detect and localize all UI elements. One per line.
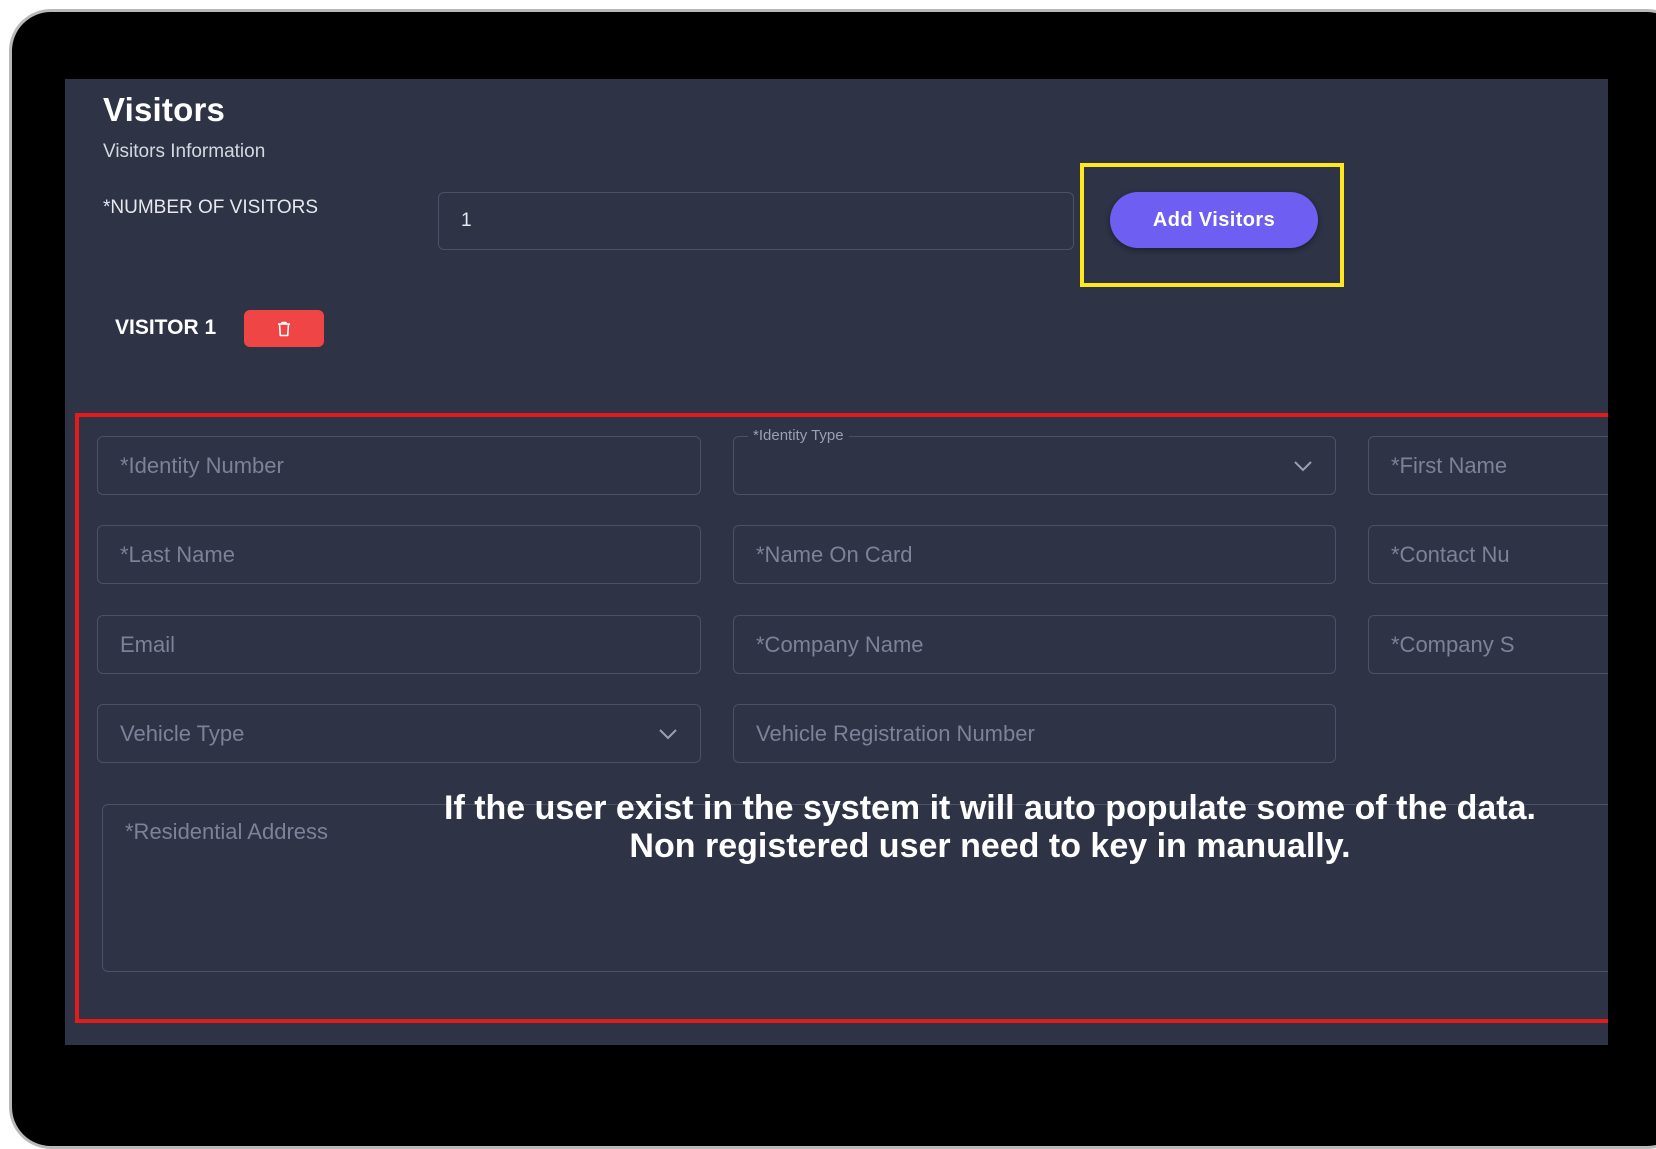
last-name-input[interactable]: *Last Name	[97, 525, 701, 584]
visitor-heading: VISITOR 1	[115, 316, 217, 339]
identity-number-placeholder: *Identity Number	[120, 452, 284, 478]
app-screen: Visitors Visitors Information *NUMBER OF…	[65, 79, 1608, 1045]
name-on-card-input[interactable]: *Name On Card	[733, 525, 1336, 584]
company-s-input[interactable]: *Company S	[1368, 615, 1608, 674]
identity-type-label: *Identity Type	[748, 427, 849, 444]
first-name-input[interactable]: *First Name	[1368, 436, 1608, 495]
page-title: Visitors	[103, 91, 226, 128]
chevron-down-icon	[658, 728, 678, 740]
number-of-visitors-value: 1	[461, 210, 472, 231]
vehicle-registration-input[interactable]: Vehicle Registration Number	[733, 704, 1336, 763]
company-s-placeholder: *Company S	[1391, 631, 1515, 657]
contact-number-placeholder: *Contact Nu	[1391, 541, 1510, 567]
caption-line-2: Non registered user need to key in manua…	[629, 827, 1351, 865]
identity-number-input[interactable]: *Identity Number	[97, 436, 701, 495]
identity-type-select[interactable]: *Identity Type	[733, 427, 1336, 495]
chevron-down-icon	[1293, 460, 1313, 472]
vehicle-type-placeholder: Vehicle Type	[120, 720, 245, 746]
number-of-visitors-label: *NUMBER OF VISITORS	[103, 197, 319, 218]
name-on-card-placeholder: *Name On Card	[756, 541, 913, 567]
page-subtitle: Visitors Information	[103, 141, 266, 162]
delete-visitor-button[interactable]	[244, 310, 324, 347]
email-placeholder: Email	[120, 631, 176, 657]
vehicle-type-select[interactable]: Vehicle Type	[97, 704, 701, 763]
add-visitors-button[interactable]: Add Visitors	[1110, 192, 1318, 248]
first-name-placeholder: *First Name	[1391, 452, 1508, 478]
last-name-placeholder: *Last Name	[120, 541, 235, 567]
contact-number-input[interactable]: *Contact Nu	[1368, 525, 1608, 584]
trash-icon	[278, 321, 290, 336]
number-of-visitors-input[interactable]: 1	[438, 192, 1074, 250]
company-name-input[interactable]: *Company Name	[733, 615, 1336, 674]
vehicle-registration-placeholder: Vehicle Registration Number	[756, 720, 1035, 746]
annotation-caption: If the user exist in the system it will …	[225, 789, 1656, 865]
caption-line-1: If the user exist in the system it will …	[444, 789, 1536, 827]
email-input[interactable]: Email	[97, 615, 701, 674]
company-name-placeholder: *Company Name	[756, 631, 924, 657]
